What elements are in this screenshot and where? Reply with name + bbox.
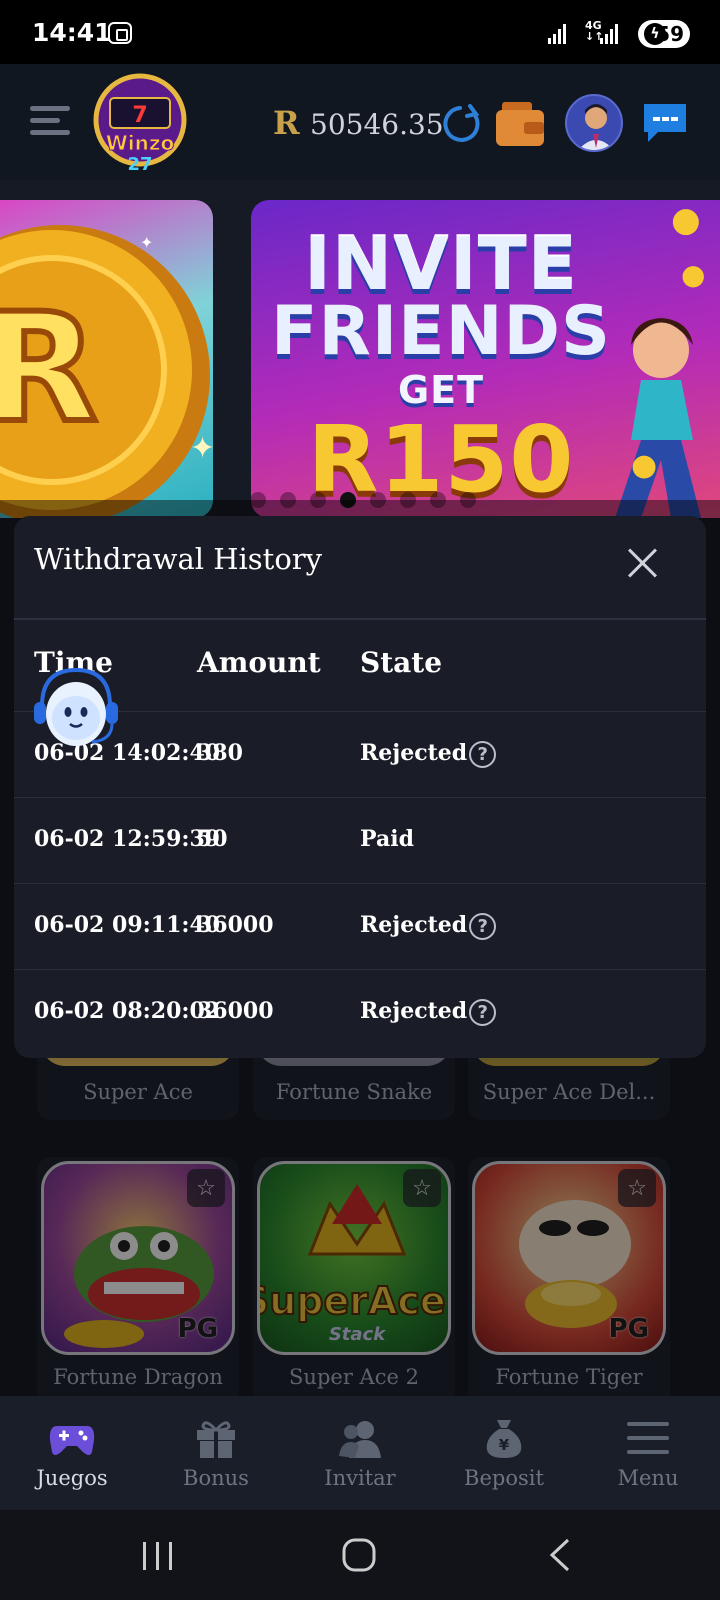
- battery-indicator: ϟ 59: [638, 20, 690, 48]
- recent-apps-icon[interactable]: [140, 1542, 176, 1570]
- gamepad-icon: [49, 1426, 95, 1455]
- menu-toggle-icon[interactable]: [30, 104, 70, 138]
- users-icon: [339, 1421, 381, 1458]
- withdrawal-history-dialog: Withdrawal History Time Amount State 06-…: [14, 516, 706, 1058]
- tab-menu[interactable]: Menu: [576, 1396, 720, 1510]
- currency-symbol: R: [273, 104, 300, 142]
- money-bag-icon: ¥: [486, 1420, 522, 1458]
- coin-icon: ●: [631, 448, 658, 483]
- help-icon[interactable]: ?: [469, 998, 497, 1026]
- bottom-tab-bar: Juegos Bonus Invitar ¥ Beposit Menu: [0, 1396, 720, 1510]
- tab-juegos[interactable]: Juegos: [0, 1396, 144, 1510]
- clock: 14:41: [32, 18, 112, 47]
- girl-illustration: [615, 318, 701, 518]
- tab-invitar[interactable]: Invitar: [288, 1396, 432, 1510]
- row-amount: 36000: [197, 998, 274, 1024]
- wallet-icon[interactable]: [494, 100, 546, 148]
- tab-label: Menu: [617, 1466, 679, 1490]
- column-header-state: State: [360, 646, 443, 679]
- svg-text:27: 27: [127, 154, 152, 175]
- promo-banner-invite[interactable]: INVITE FRIENDS GET R150 ● ● ●: [251, 200, 720, 518]
- dialog-title: Withdrawal History: [34, 542, 323, 576]
- gift-icon: [197, 1421, 235, 1458]
- promo-banner-coin[interactable]: R ✦ ✦: [0, 200, 213, 518]
- tab-label: Invitar: [324, 1466, 396, 1490]
- tab-label: Beposit: [464, 1466, 544, 1490]
- row-amount: 380: [197, 740, 243, 766]
- tab-label: Juegos: [36, 1466, 108, 1490]
- menu-icon: [627, 1422, 669, 1454]
- row-time: 06-02 08:20:02: [34, 998, 221, 1024]
- divider: [14, 618, 706, 620]
- support-chat-icon[interactable]: [28, 662, 124, 758]
- table-row: 06-02 08:20:02 36000 Rejected?: [14, 969, 706, 1055]
- svg-text:¥: ¥: [499, 1436, 510, 1454]
- help-icon[interactable]: ?: [469, 740, 497, 768]
- row-amount: 36000: [197, 912, 274, 938]
- svg-text:✦: ✦: [140, 233, 153, 252]
- charging-icon: ϟ: [644, 23, 666, 45]
- row-amount: 50: [197, 826, 228, 852]
- table-row: 06-02 09:11:40 36000 Rejected?: [14, 883, 706, 969]
- table-row: 06-02 12:59:39 50 Paid: [14, 797, 706, 883]
- winzo-logo: 7 Winzo 27: [88, 68, 192, 178]
- svg-text:R: R: [0, 282, 98, 456]
- tab-beposit[interactable]: ¥ Beposit: [432, 1396, 576, 1510]
- home-icon[interactable]: [342, 1538, 376, 1572]
- svg-text:7: 7: [132, 103, 147, 128]
- signal-icon-2: [600, 22, 618, 44]
- balance-amount: 50546.35: [310, 108, 444, 141]
- row-state: Paid: [360, 826, 414, 852]
- row-state: Rejected: [360, 998, 468, 1024]
- signal-icon: [548, 22, 566, 44]
- column-header-amount: Amount: [197, 646, 321, 679]
- row-time: 06-02 12:59:39: [34, 826, 221, 852]
- banner-line-2: FRIENDS: [271, 292, 611, 371]
- avatar[interactable]: [565, 94, 623, 152]
- coin-icon: ●: [671, 200, 701, 240]
- status-bar: 14:41 4G ↓↑ ϟ 59: [0, 0, 720, 64]
- screen-record-icon: [108, 22, 132, 44]
- system-nav-bar: [0, 1510, 720, 1600]
- help-icon[interactable]: ?: [469, 912, 497, 940]
- back-icon[interactable]: [548, 1538, 572, 1572]
- coin-icon: ●: [681, 258, 706, 291]
- row-time: 06-02 09:11:40: [34, 912, 221, 938]
- refresh-icon[interactable]: [440, 102, 484, 146]
- app-header: 7 Winzo 27 R 50546.35: [0, 64, 720, 180]
- svg-text:Winzo: Winzo: [106, 131, 175, 155]
- close-icon[interactable]: [626, 546, 660, 580]
- tab-label: Bonus: [183, 1466, 249, 1490]
- svg-text:✦: ✦: [190, 431, 213, 466]
- tab-bonus[interactable]: Bonus: [144, 1396, 288, 1510]
- row-state: Rejected: [360, 912, 468, 938]
- row-state: Rejected: [360, 740, 468, 766]
- chat-icon[interactable]: [640, 100, 690, 146]
